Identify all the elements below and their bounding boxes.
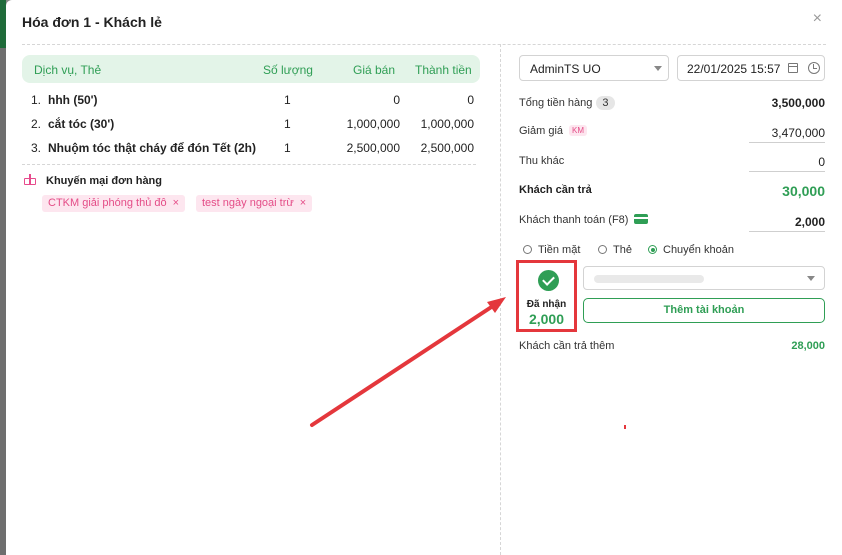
annotation-arrow bbox=[310, 297, 506, 427]
arrow-shaft bbox=[310, 302, 498, 427]
arrow-head bbox=[487, 297, 506, 313]
